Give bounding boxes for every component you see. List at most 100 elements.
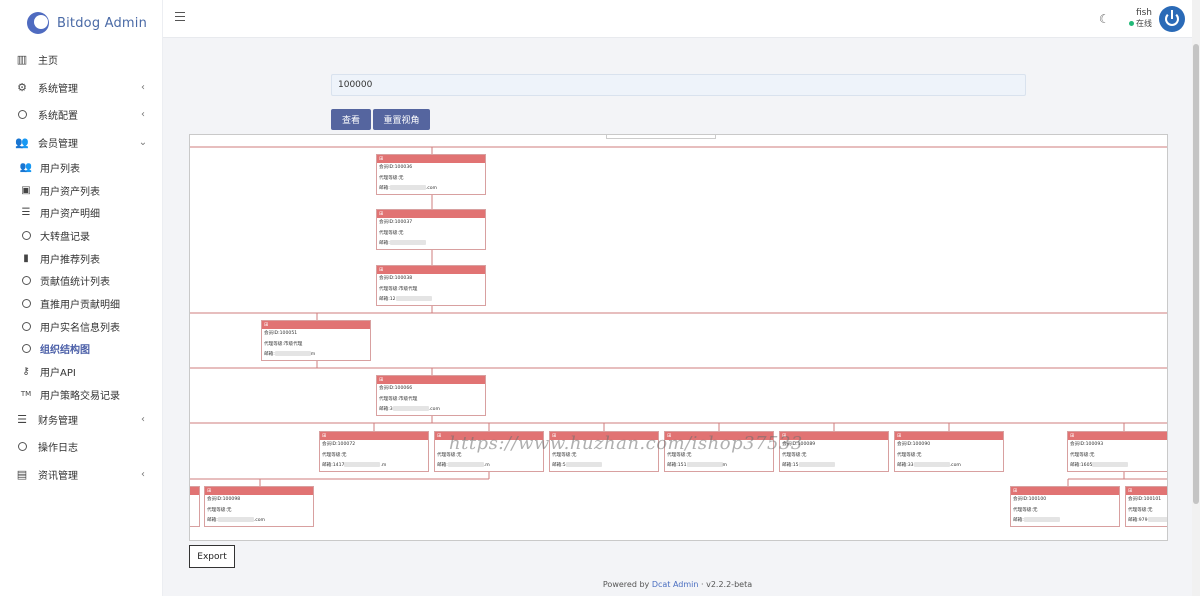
- member-email: 邮箱:1417 .m: [320, 461, 428, 472]
- member-node[interactable]: ⊞ 会员ID:100101 代理等级:无 邮箱:979: [1125, 486, 1167, 527]
- sidebar-item-label: 用户策略交易记录: [40, 390, 120, 402]
- member-level: 代理等级:无: [552, 452, 577, 458]
- org-chart[interactable]: ⊞ 会员ID:100036 代理等级:无 邮箱: .com ⊞ 会员ID:100037 代理等…: [189, 134, 1168, 541]
- member-node[interactable]: ⊞ 会员ID:100100 代理等级:无 邮箱:: [1010, 486, 1120, 527]
- sidebar-item-12[interactable]: 组织结构图: [0, 338, 162, 361]
- member-id: [435, 440, 543, 451]
- sidebar-item-label: 贡献值统计列表: [40, 277, 110, 289]
- member-email-prefix: 邮箱:: [207, 518, 218, 523]
- member-id: 会员ID:100066: [379, 386, 413, 391]
- member-email-prefix: 邮箱:1417: [322, 463, 345, 468]
- member-email-suffix: .com: [253, 518, 266, 523]
- sidebar-item-label: 用户资产列表: [40, 186, 100, 198]
- footer-prefix: Powered by: [602, 580, 650, 589]
- sidebar-item-16[interactable]: 操作日志: [0, 433, 162, 461]
- member-email: 邮箱:15: [780, 461, 888, 472]
- footer-link[interactable]: Dcat Admin: [652, 580, 699, 589]
- member-node[interactable]: ⊞ 会员ID:100036 代理等级:无 邮箱: .com: [376, 154, 486, 195]
- moon-icon[interactable]: ☾: [1099, 12, 1110, 26]
- chevron-left-icon: ‹: [141, 81, 145, 93]
- member-node[interactable]: ⊞ 会员ID:100051 代理等级:市级代理 邮箱: m: [261, 320, 371, 361]
- member-id: 会员ID:100037: [379, 220, 413, 225]
- member-level: 代理等级:无: [1128, 507, 1153, 513]
- sidebar-item-2[interactable]: 系统配置 ‹: [0, 101, 162, 129]
- sidebar-item-label: 操作日志: [38, 443, 78, 455]
- sidebar-item-label: 系统配置: [38, 111, 78, 123]
- sidebar-item-9[interactable]: 贡献值统计列表: [0, 269, 162, 292]
- sidebar-item-15[interactable]: ☰ 财务管理 ‹: [0, 406, 162, 434]
- chevron-left-icon: ‹: [141, 413, 145, 425]
- sidebar-item-label: 资讯管理: [38, 470, 78, 482]
- member-email: 邮箱:: [190, 516, 199, 527]
- sidebar-item-7[interactable]: 大转盘记录: [0, 224, 162, 247]
- member-email: 邮箱: m: [262, 350, 370, 361]
- member-node-header: ⊞: [665, 432, 773, 440]
- reset-view-button[interactable]: 重置视角: [373, 109, 430, 130]
- sidebar-item-4[interactable]: 👥 用户列表: [0, 156, 162, 179]
- member-node[interactable]: ⊞ 代理等级:无 邮箱:151 m: [664, 431, 774, 472]
- sidebar-item-11[interactable]: 用户实名信息列表: [0, 315, 162, 338]
- sidebar-item-10[interactable]: 直推用户贡献明细: [0, 292, 162, 315]
- sidebar-item-5[interactable]: ▣ 用户资产列表: [0, 179, 162, 202]
- redacted-email: [565, 462, 602, 467]
- member-email-suffix: m: [310, 352, 316, 357]
- trademark-icon: TM: [20, 390, 32, 399]
- sidebar-item-label: 会员管理: [38, 138, 78, 150]
- sidebar-item-14[interactable]: TM 用户策略交易记录: [0, 383, 162, 406]
- brand[interactable]: Bitdog Admin: [0, 0, 162, 46]
- newspaper-icon: ▤: [16, 467, 28, 481]
- page-scrollbar[interactable]: [1192, 0, 1200, 596]
- member-node[interactable]: ⊞ 代理等级:无 邮箱:5: [549, 431, 659, 472]
- scrollbar-thumb[interactable]: [1193, 44, 1199, 504]
- member-node-header: ⊞: [550, 432, 658, 440]
- member-node[interactable]: ⊞ 会员ID:100037 代理等级:无 邮箱:: [376, 209, 486, 250]
- member-id: 会员ID:100100: [1013, 497, 1047, 502]
- menu-toggle-icon[interactable]: [175, 12, 185, 21]
- sidebar-item-0[interactable]: ▥ 主页: [0, 46, 162, 74]
- member-node[interactable]: ⊞ 会员ID:100072 代理等级:无 邮箱:1417 .m: [319, 431, 429, 472]
- sidebar-item-8[interactable]: ▮ 用户推荐列表: [0, 247, 162, 270]
- export-button[interactable]: Export: [189, 545, 235, 568]
- member-email-suffix: .m: [380, 463, 387, 468]
- member-email-prefix: 邮箱:: [264, 352, 275, 357]
- user-info[interactable]: fish 在线: [1129, 8, 1152, 29]
- user-status-label: 在线: [1136, 19, 1152, 28]
- member-node[interactable]: ⊞ 会员ID:100090 代理等级:无 邮箱:33 .com: [894, 431, 1004, 472]
- circle-icon: [20, 229, 32, 241]
- view-button[interactable]: 查看: [331, 109, 371, 130]
- member-email-suffix: m: [722, 463, 727, 468]
- member-node-header: ⊞: [377, 155, 485, 163]
- member-node[interactable]: ⊞ 会员ID:100089 代理等级:无 邮箱:15: [779, 431, 889, 472]
- member-level: 代理等级:市级代理: [379, 396, 418, 402]
- sidebar-item-3[interactable]: 👥 会员管理 ⌄: [0, 129, 162, 157]
- member-email: 邮箱:151 m: [665, 461, 773, 472]
- member-node[interactable]: ⊞ 会员ID:100066 代理等级:市级代理 邮箱:3 .com: [376, 375, 486, 416]
- redacted-email: [395, 296, 432, 301]
- sidebar-menu: ▥ 主页 ⚙ 系统管理 ‹ 系统配置 ‹ 👥 会员管理 ⌄ 👥 用户列表 ▣ 用户资产列表 ☰ 用户资产明细大…: [0, 46, 162, 488]
- member-node[interactable]: ⊞ 代理等级:无 邮箱: .m: [434, 431, 544, 472]
- redacted-email: [447, 462, 484, 467]
- member-node[interactable]: ⊞ 会员ID:100098 代理等级:无 邮箱: .com: [204, 486, 314, 527]
- sidebar-item-17[interactable]: ▤ 资讯管理 ‹: [0, 461, 162, 489]
- id-badge-icon: ▮: [23, 252, 29, 264]
- member-email: 邮箱:: [377, 239, 485, 250]
- member-node-header: ⊞: [435, 432, 543, 440]
- sidebar-item-6[interactable]: ☰ 用户资产明细: [0, 201, 162, 224]
- member-id: 会员ID:100051: [264, 331, 298, 336]
- sidebar-item-1[interactable]: ⚙ 系统管理 ‹: [0, 74, 162, 102]
- user-status: 在线: [1129, 18, 1152, 29]
- member-email-prefix: 邮箱:3: [379, 407, 393, 412]
- member-node-header: ⊞: [320, 432, 428, 440]
- member-node[interactable]: ⊞ 会员ID:100093 代理等级:无 邮箱:1605: [1067, 431, 1167, 472]
- member-node-header: ⊞: [377, 210, 485, 218]
- redacted-email: [913, 462, 950, 467]
- circle-icon: [16, 441, 28, 453]
- money-icon: ▣: [21, 184, 31, 196]
- member-email-prefix: 邮箱:: [379, 241, 390, 246]
- sidebar-item-13[interactable]: ⚷ 用户API: [0, 360, 162, 383]
- member-node[interactable]: ⊞ 会员ID:100038 代理等级:市级代理 邮箱:12: [376, 265, 486, 306]
- avatar[interactable]: [1159, 6, 1185, 32]
- member-node[interactable]: ⊞ 代理等级:无邮箱:: [190, 486, 200, 527]
- member-id-input[interactable]: [331, 74, 1026, 96]
- brand-logo-icon: [27, 12, 49, 34]
